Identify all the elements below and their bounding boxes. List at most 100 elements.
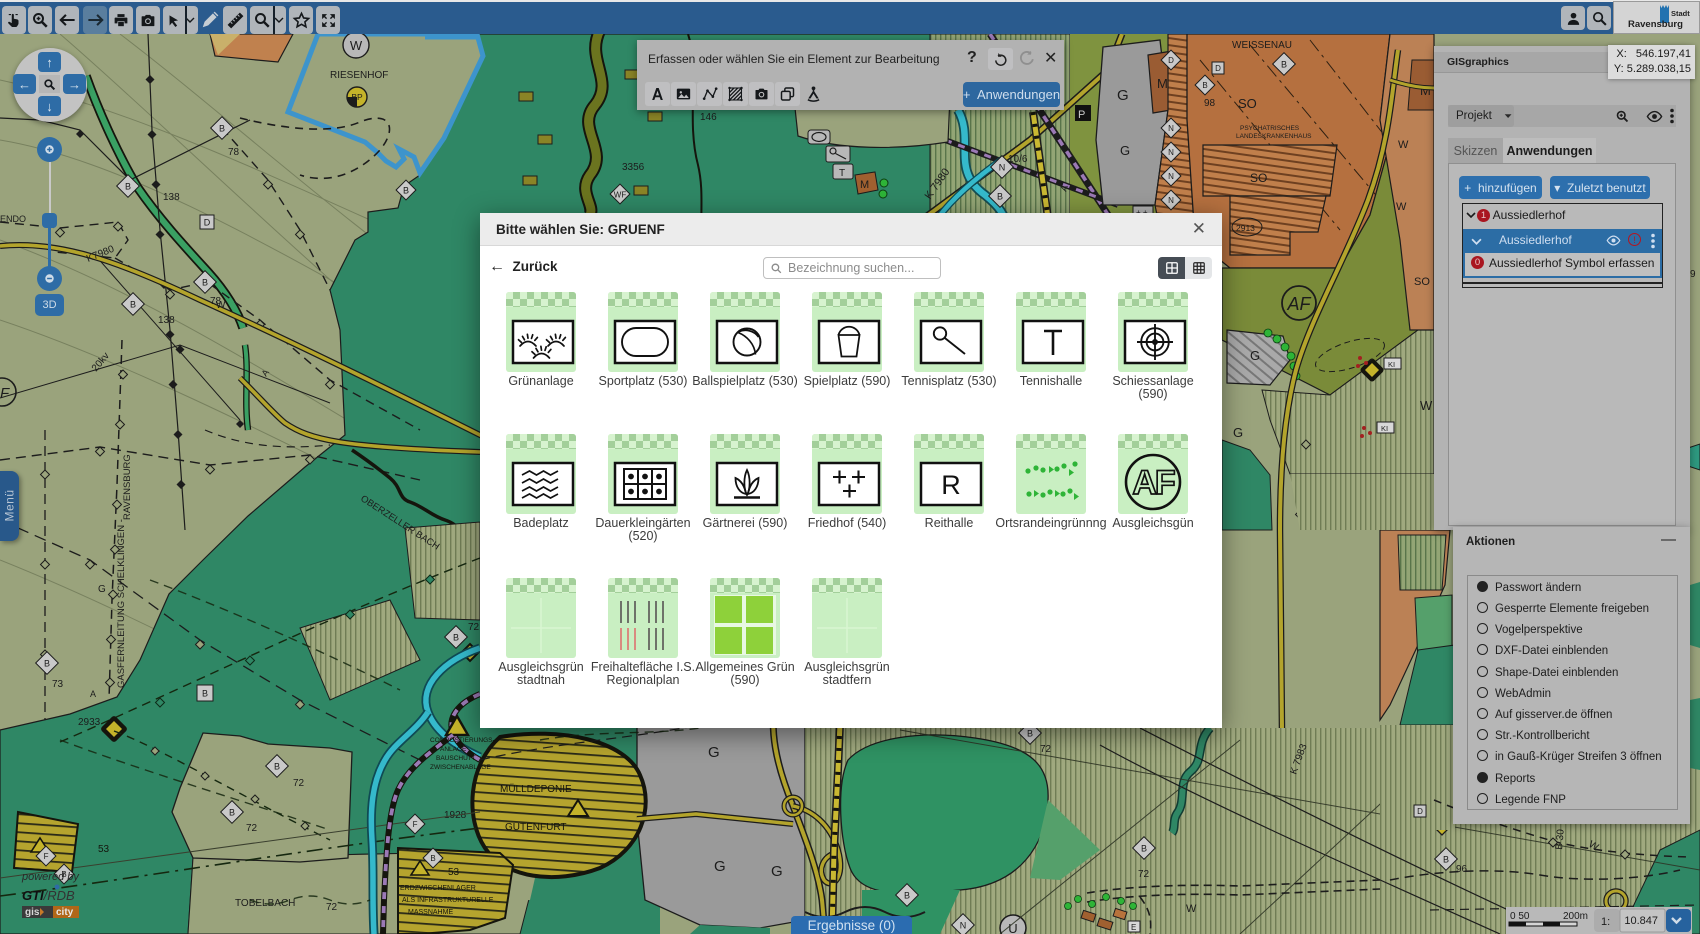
svg-text:98: 98 — [1204, 98, 1216, 109]
svg-text:GUTENFURT: GUTENFURT — [505, 822, 566, 833]
svg-text:G: G — [98, 584, 106, 595]
svg-text:G: G — [1233, 425, 1243, 440]
svg-text:10.847: 10.847 — [1624, 915, 1658, 927]
svg-text:E: E — [1131, 923, 1136, 932]
svg-text:B: B — [1202, 81, 1207, 90]
svg-text:BP: BP — [351, 92, 363, 102]
svg-text:146: 146 — [700, 112, 717, 123]
svg-text:G: G — [771, 863, 783, 880]
svg-text:GASFERNLEITUNG SCHELKLINGEN -: GASFERNLEITUNG SCHELKLINGEN - — [116, 519, 127, 688]
svg-text:W: W — [216, 300, 226, 311]
svg-text:B: B — [403, 186, 409, 196]
svg-text:MÜLLDEPONIE: MÜLLDEPONIE — [500, 783, 572, 795]
svg-text:RAVENSBURG: RAVENSBURG — [122, 454, 133, 520]
svg-text:A: A — [90, 689, 96, 699]
svg-text:SO: SO — [1414, 276, 1430, 288]
svg-text:9: 9 — [1690, 269, 1696, 280]
svg-text:T: T — [839, 168, 845, 179]
svg-text:BAUSCHUTT: BAUSCHUTT — [436, 755, 476, 762]
svg-text:SO: SO — [1238, 96, 1257, 111]
svg-text:B: B — [1281, 60, 1287, 70]
svg-text:WF: WF — [614, 191, 627, 200]
svg-text:Ravensburg: Ravensburg — [1628, 19, 1683, 30]
svg-text:B: B — [904, 891, 910, 901]
svg-text:53: 53 — [98, 844, 110, 855]
svg-text:96: 96 — [1456, 864, 1468, 875]
svg-text:53: 53 — [448, 867, 460, 878]
svg-text:B: B — [1141, 844, 1147, 854]
svg-text:10/6: 10/6 — [1008, 154, 1028, 165]
svg-text:2933: 2933 — [78, 717, 101, 728]
svg-text:M: M — [860, 179, 869, 191]
svg-text:0 50: 0 50 — [1510, 911, 1530, 922]
svg-text:M: M — [1157, 76, 1168, 91]
svg-text:G: G — [1117, 87, 1129, 104]
svg-text:city: city — [56, 907, 74, 918]
svg-text:78: 78 — [228, 147, 240, 158]
svg-text:F: F — [44, 852, 49, 861]
svg-text:MASSNAHME: MASSNAHME — [408, 909, 453, 916]
svg-text:B: B — [229, 808, 235, 818]
svg-text:138: 138 — [163, 192, 180, 203]
svg-text:AF: AF — [1286, 294, 1311, 314]
svg-text:72: 72 — [1040, 744, 1052, 755]
svg-text:LANDESKRANKENHAUS: LANDESKRANKENHAUS — [1236, 133, 1312, 140]
svg-text:B: B — [997, 192, 1003, 202]
svg-text:B 30: B 30 — [1554, 828, 1567, 850]
svg-text:D: D — [204, 218, 211, 228]
svg-text:ANLAGE: ANLAGE — [440, 746, 467, 753]
svg-text:N: N — [1168, 148, 1174, 157]
svg-text:P: P — [1078, 109, 1085, 121]
svg-text:N: N — [999, 163, 1006, 173]
svg-text:B: B — [44, 659, 50, 669]
svg-text:2913: 2913 — [1236, 223, 1255, 233]
svg-text:ZWISCHENABLAGE: ZWISCHENABLAGE — [430, 764, 491, 771]
svg-text:138: 138 — [158, 315, 175, 326]
svg-text:PSYCHATRISCHES: PSYCHATRISCHES — [1240, 125, 1300, 132]
svg-text:ENDO: ENDO — [0, 214, 26, 224]
svg-text:73: 73 — [52, 679, 64, 690]
svg-text:D: D — [1168, 56, 1174, 65]
svg-text:F: F — [0, 385, 10, 402]
svg-text:W: W — [1186, 903, 1197, 915]
svg-text:W: W — [1420, 398, 1433, 413]
svg-text:GTI/RDB: GTI/RDB — [22, 888, 75, 903]
svg-text:W: W — [350, 38, 363, 53]
svg-text:ALS INFRASTRUKTURELLE: ALS INFRASTRUKTURELLE — [402, 897, 494, 904]
svg-text:G: G — [708, 744, 720, 761]
svg-text:B: B — [1027, 729, 1033, 739]
svg-text:72: 72 — [293, 778, 305, 789]
svg-text:200m: 200m — [1563, 911, 1588, 922]
svg-text:B: B — [202, 689, 208, 699]
svg-text:N: N — [1168, 196, 1174, 205]
svg-text:G: G — [1250, 348, 1260, 363]
svg-text:B: B — [202, 278, 208, 288]
svg-text:N: N — [960, 921, 967, 931]
svg-text:W: W — [1396, 201, 1407, 213]
svg-text:Stadt: Stadt — [1671, 9, 1690, 18]
svg-text:B: B — [125, 182, 131, 192]
svg-text:KI: KI — [1381, 424, 1388, 433]
svg-text:B: B — [274, 762, 280, 772]
svg-text:B: B — [453, 633, 459, 643]
svg-text:B: B — [430, 854, 435, 863]
svg-text:B: B — [130, 300, 136, 310]
svg-text:COMPOSTIERUNGS-: COMPOSTIERUNGS- — [430, 737, 495, 744]
svg-text:72: 72 — [1138, 869, 1150, 880]
svg-text:gis: gis — [25, 907, 40, 918]
svg-text:72: 72 — [326, 902, 338, 913]
svg-text:B: B — [219, 124, 225, 134]
svg-text:SO: SO — [1250, 171, 1267, 185]
svg-text:G: G — [1120, 143, 1130, 158]
svg-text:1:: 1: — [1601, 916, 1610, 928]
svg-text:G: G — [714, 858, 726, 875]
svg-text:72: 72 — [468, 622, 480, 633]
svg-text:powered by: powered by — [21, 871, 80, 883]
svg-text:N: N — [1168, 124, 1174, 133]
svg-text:W: W — [1398, 139, 1409, 151]
svg-text:N: N — [1168, 172, 1174, 181]
svg-text:D: D — [1215, 64, 1221, 73]
svg-text:3356: 3356 — [622, 162, 645, 173]
svg-text:KI: KI — [1388, 360, 1395, 369]
svg-text:F: F — [413, 820, 418, 829]
